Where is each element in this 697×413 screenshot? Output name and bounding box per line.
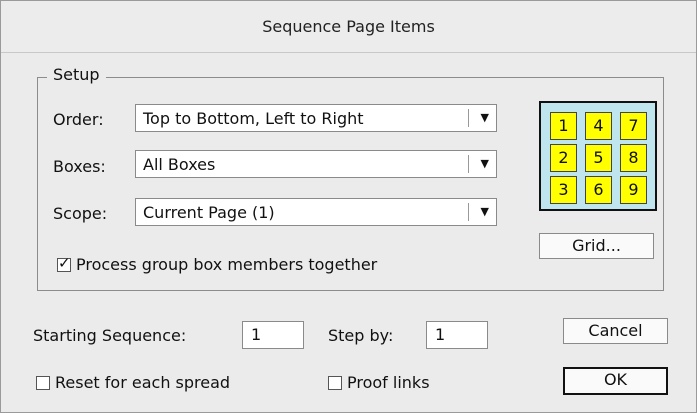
boxes-label: Boxes: — [53, 157, 106, 176]
checkbox-box — [36, 375, 50, 390]
proof-links-checkbox[interactable]: Proof links — [328, 373, 430, 392]
ok-button[interactable]: OK — [563, 367, 668, 395]
grid-cell: 2 — [550, 144, 577, 172]
order-label: Order: — [53, 110, 104, 129]
reset-each-spread-checkbox[interactable]: Reset for each spread — [36, 373, 230, 392]
scope-select[interactable]: Current Page (1) ▼ — [135, 198, 497, 226]
dialog-title: Sequence Page Items — [262, 17, 435, 36]
grid-cell: 3 — [550, 176, 577, 204]
step-by-label: Step by: — [328, 326, 394, 345]
grid-cell: 8 — [620, 144, 647, 172]
grid-cell: 9 — [620, 176, 647, 204]
chevron-down-icon: ▼ — [480, 111, 489, 124]
reset-each-spread-label: Reset for each spread — [55, 373, 231, 392]
grid-cell: 1 — [550, 112, 577, 140]
process-group-label: Process group box members together — [76, 255, 378, 274]
grid-cell: 5 — [585, 144, 612, 172]
boxes-value: All Boxes — [143, 155, 216, 174]
scope-value: Current Page (1) — [143, 203, 275, 222]
checkbox-box: ✓ — [57, 254, 71, 272]
scope-separator — [468, 203, 469, 221]
checkmark-icon: ✓ — [58, 253, 71, 272]
cancel-button[interactable]: Cancel — [563, 318, 668, 344]
order-select[interactable]: Top to Bottom, Left to Right ▼ — [135, 104, 497, 132]
starting-sequence-input[interactable]: 1 — [242, 321, 304, 349]
grid-button[interactable]: Grid... — [539, 233, 654, 259]
process-group-checkbox[interactable]: ✓ Process group box members together — [57, 254, 378, 274]
chevron-down-icon: ▼ — [480, 205, 489, 218]
grid-cell: 4 — [585, 112, 612, 140]
scope-label: Scope: — [53, 204, 108, 223]
sequence-order-preview: 1 4 7 2 5 8 3 6 9 — [539, 101, 657, 211]
title-bar[interactable]: Sequence Page Items — [1, 1, 696, 53]
boxes-select[interactable]: All Boxes ▼ — [135, 150, 497, 178]
proof-links-label: Proof links — [347, 373, 430, 392]
boxes-separator — [468, 155, 469, 173]
checkbox-box — [328, 375, 342, 390]
step-by-input[interactable]: 1 — [426, 321, 488, 349]
grid-cell: 6 — [585, 176, 612, 204]
grid-cell: 7 — [620, 112, 647, 140]
order-value: Top to Bottom, Left to Right — [143, 109, 364, 128]
setup-legend: Setup — [47, 65, 106, 84]
starting-sequence-label: Starting Sequence: — [33, 326, 187, 345]
sequence-page-items-dialog: Sequence Page Items Setup Order: Top to … — [0, 0, 697, 413]
order-separator — [468, 109, 469, 127]
chevron-down-icon: ▼ — [480, 157, 489, 170]
